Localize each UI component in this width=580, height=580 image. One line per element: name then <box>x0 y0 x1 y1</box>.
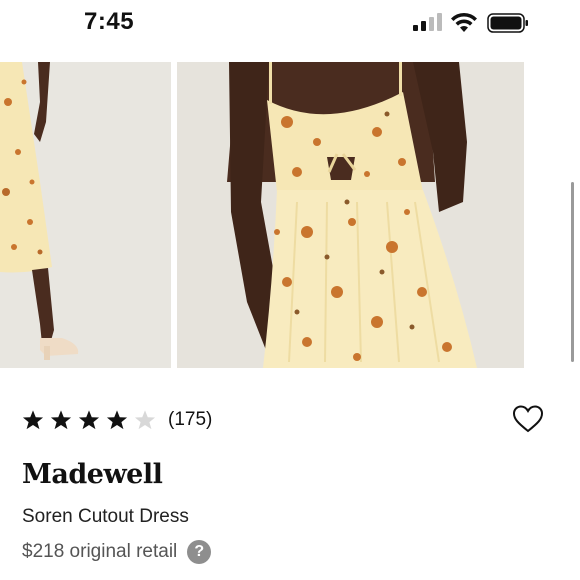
battery-icon <box>487 13 528 33</box>
review-count[interactable]: (175) <box>168 409 212 431</box>
brand-name[interactable]: Madewell <box>22 459 163 490</box>
favorite-heart-icon[interactable] <box>512 404 544 434</box>
rating-row[interactable]: (175) <box>22 405 212 435</box>
status-bar: 7:45 <box>0 0 580 48</box>
cellular-signal-icon <box>413 13 442 31</box>
dress-side-illustration <box>0 62 171 368</box>
star-filled-icon <box>106 410 128 430</box>
product-name: Soren Cutout Dress <box>22 506 189 527</box>
product-image-gallery[interactable] <box>0 62 580 368</box>
star-filled-icon <box>22 410 44 430</box>
product-photo-front-closeup[interactable] <box>177 62 524 368</box>
product-photo-side-view[interactable] <box>0 62 171 368</box>
status-time: 7:45 <box>84 8 135 35</box>
star-empty-icon <box>134 410 156 430</box>
star-filled-icon <box>50 410 72 430</box>
wifi-icon <box>451 12 477 32</box>
price-row: $218 original retail ? <box>22 540 212 564</box>
scroll-indicator[interactable] <box>571 182 574 362</box>
price-help-icon[interactable]: ? <box>187 540 212 564</box>
star-filled-icon <box>78 410 100 430</box>
dress-front-illustration <box>177 62 524 368</box>
original-retail-price: $218 original retail <box>22 541 178 562</box>
